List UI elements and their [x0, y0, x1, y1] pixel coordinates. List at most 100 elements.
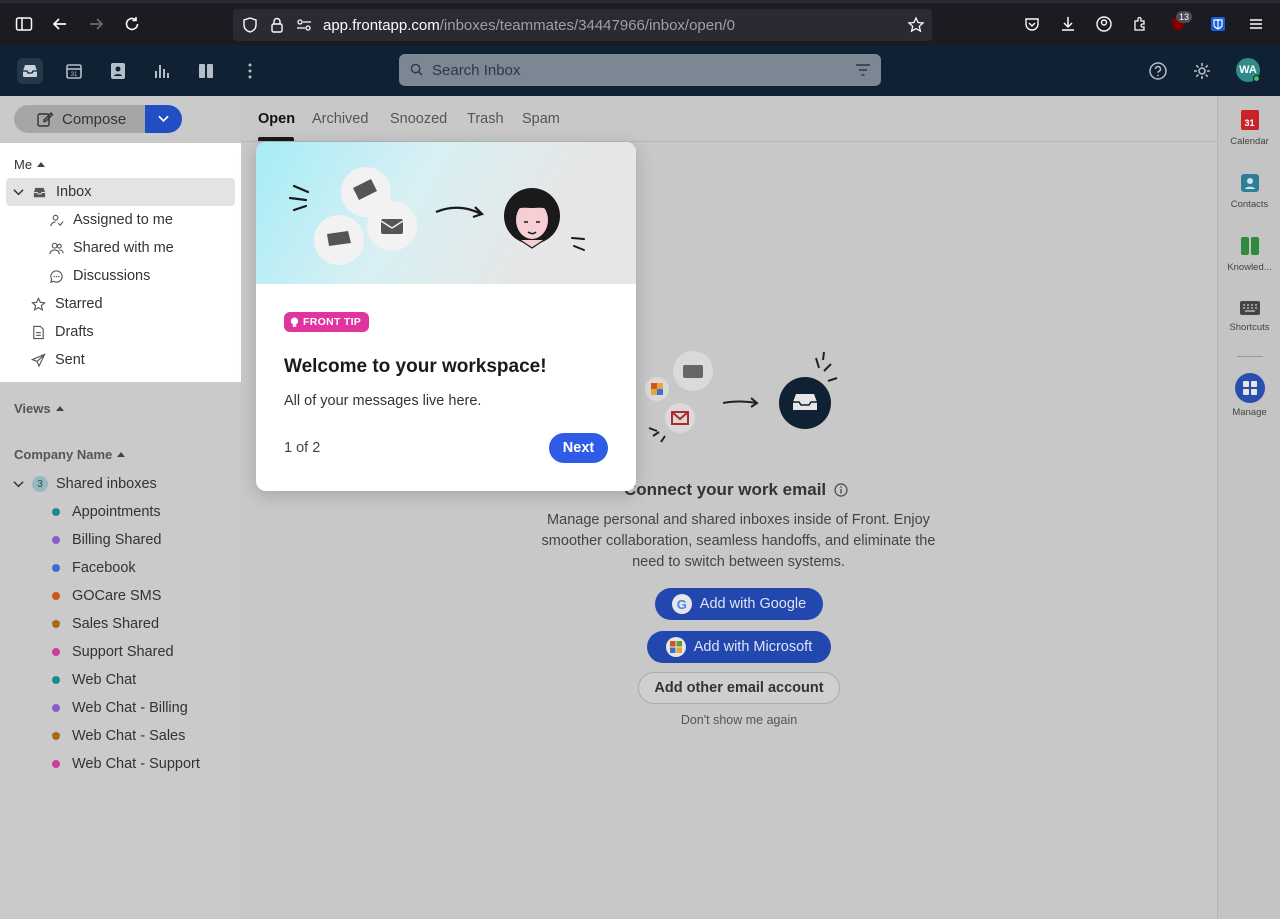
views-section-header[interactable]: Views	[14, 401, 64, 416]
company-header-label: Company Name	[14, 447, 113, 462]
more-nav-icon[interactable]	[237, 58, 263, 84]
tip-banner	[256, 142, 636, 284]
bookmark-star-icon[interactable]	[905, 14, 927, 36]
dont-show-again-link[interactable]: Don't show me again	[638, 713, 840, 727]
right-rail: 31 Calendar Contacts Knowled... Shortcut…	[1217, 96, 1280, 919]
menu-icon[interactable]	[1245, 13, 1267, 35]
shield-icon[interactable]	[239, 14, 261, 36]
back-icon[interactable]	[49, 13, 71, 35]
add-with-google-button[interactable]: G Add with Google	[655, 588, 823, 620]
knowledge-base-app-icon	[1240, 237, 1259, 255]
sidebar-item-shared-inbox[interactable]: Billing Shared	[50, 532, 161, 548]
extensions-icon[interactable]	[1129, 13, 1151, 35]
sidebar-item-drafts[interactable]: Drafts	[31, 324, 94, 340]
sidebar-item-shared-with-me[interactable]: Shared with me	[49, 240, 174, 256]
tab-snoozed[interactable]: Snoozed	[390, 111, 447, 127]
sidebar-item-shared-inbox[interactable]: Sales Shared	[50, 616, 159, 632]
sidebar-item-assigned-to-me[interactable]: Assigned to me	[49, 212, 173, 228]
sidebar-item-starred[interactable]: Starred	[31, 296, 103, 312]
tab-open[interactable]: Open	[258, 111, 295, 127]
inbox-nav-icon[interactable]	[17, 58, 43, 84]
sidebar-item-shared-inbox[interactable]: Web Chat - Sales	[50, 728, 185, 744]
permissions-icon[interactable]	[293, 14, 315, 36]
rail-knowledge-base[interactable]: Knowled...	[1218, 236, 1280, 273]
calendar-nav-icon[interactable]: 31	[61, 58, 87, 84]
rail-calendar-label: Calendar	[1230, 136, 1269, 147]
sidebar-item-shared-inboxes[interactable]: 3 Shared inboxes	[13, 476, 157, 492]
sidebar-item-shared-inbox[interactable]: GOCare SMS	[50, 588, 161, 604]
calendar-app-icon: 31	[1240, 110, 1259, 130]
search-icon	[410, 63, 423, 81]
shared-inbox-label: Support Shared	[72, 644, 174, 660]
collapse-caret-icon	[37, 162, 46, 167]
reload-icon[interactable]	[121, 13, 143, 35]
tip-title: Welcome to your workspace!	[284, 356, 547, 377]
sidebar-item-shared-inbox[interactable]: Web Chat - Billing	[50, 700, 188, 716]
rail-shortcuts[interactable]: Shortcuts	[1218, 300, 1280, 333]
sidebar-item-shared-inbox[interactable]: Facebook	[50, 560, 136, 576]
connect-email-title-text: Connect your work email	[624, 480, 827, 499]
rail-manage-label: Manage	[1232, 407, 1267, 418]
compose-button[interactable]: Compose	[14, 105, 145, 133]
pocket-icon[interactable]	[1021, 13, 1043, 35]
sidebar-item-sent[interactable]: Sent	[31, 352, 85, 368]
me-section-header[interactable]: Me	[14, 157, 46, 172]
search-input[interactable]: Search Inbox	[399, 54, 881, 86]
add-with-microsoft-button[interactable]: Add with Microsoft	[647, 631, 831, 663]
rail-knowledge-base-label: Knowled...	[1227, 262, 1272, 273]
inbox-color-dot	[52, 592, 60, 600]
inbox-color-dot	[52, 620, 60, 628]
analytics-nav-icon[interactable]	[149, 58, 175, 84]
account-icon[interactable]	[1093, 13, 1115, 35]
sidebar-toggle-icon[interactable]	[13, 13, 35, 35]
sidebar-item-shared-inbox[interactable]: Appointments	[50, 504, 161, 520]
lock-icon[interactable]	[266, 14, 288, 36]
compose-label: Compose	[62, 110, 127, 128]
discussion-bubble-icon	[50, 269, 63, 283]
filter-icon[interactable]	[855, 63, 871, 82]
download-icon[interactable]	[1057, 13, 1079, 35]
shared-inbox-label: Web Chat - Support	[72, 756, 200, 772]
chevron-down-icon[interactable]	[13, 187, 24, 198]
chevron-down-icon[interactable]	[13, 479, 24, 490]
front-tip-badge: FRONT TIP	[284, 312, 370, 332]
rail-manage[interactable]: Manage	[1218, 373, 1280, 418]
sidebar-item-shared-inbox[interactable]: Support Shared	[50, 644, 174, 660]
svg-text:31: 31	[71, 72, 78, 78]
add-other-email-button[interactable]: Add other email account	[638, 672, 840, 704]
sidebar-item-shared-inbox[interactable]: Web Chat - Support	[50, 756, 200, 772]
settings-gear-icon[interactable]	[1189, 58, 1215, 84]
company-section-header[interactable]: Company Name	[14, 447, 126, 462]
app-header: 31 Search Inbox WA	[0, 45, 1280, 96]
sidebar-item-discussions[interactable]: Discussions	[49, 268, 150, 284]
tab-trash[interactable]: Trash	[467, 111, 504, 127]
rail-contacts-label: Contacts	[1230, 199, 1269, 210]
url-bar[interactable]: app.frontapp.com/inboxes/teammates/34447…	[233, 9, 932, 41]
rail-contacts[interactable]: Contacts	[1218, 173, 1280, 210]
compose-options-button[interactable]	[145, 105, 182, 133]
chevron-down-icon	[158, 115, 169, 123]
knowledge-base-nav-icon[interactable]	[193, 58, 219, 84]
contacts-app-icon	[1240, 174, 1259, 192]
info-icon[interactable]	[834, 483, 848, 497]
contacts-nav-icon[interactable]	[105, 58, 131, 84]
forward-icon[interactable]	[85, 13, 107, 35]
shared-inbox-label: Web Chat - Sales	[72, 728, 186, 744]
shared-inbox-label: GOCare SMS	[72, 588, 162, 604]
draft-document-icon	[33, 325, 44, 339]
tab-archived[interactable]: Archived	[312, 111, 368, 127]
connect-email-illustration	[645, 351, 838, 443]
tab-spam[interactable]: Spam	[522, 111, 560, 127]
add-with-microsoft-label: Add with Microsoft	[693, 639, 813, 655]
bitwarden-icon[interactable]	[1207, 13, 1229, 35]
help-icon[interactable]	[1145, 58, 1171, 84]
tip-next-button[interactable]: Next	[549, 433, 608, 463]
microsoft-logo-icon	[665, 637, 686, 657]
sidebar-item-inbox-label[interactable]: Inbox	[13, 184, 91, 200]
sidebar-item-shared-inbox[interactable]: Web Chat	[50, 672, 136, 688]
rail-calendar[interactable]: 31 Calendar	[1218, 110, 1280, 147]
drafts-label: Drafts	[55, 324, 94, 340]
inbox-label: Inbox	[56, 184, 92, 200]
shared-inbox-label: Appointments	[72, 504, 161, 520]
rail-divider	[1237, 356, 1263, 357]
